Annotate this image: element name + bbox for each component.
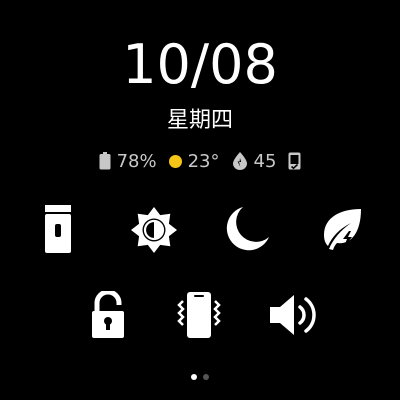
status-row: 78% 23° 45 xyxy=(0,148,400,174)
page-dot[interactable] xyxy=(191,374,197,380)
air-quality-status: 45 xyxy=(232,150,277,172)
battery-status: 78% xyxy=(99,151,157,172)
screen-lock-toggle[interactable] xyxy=(88,290,128,340)
brightness-icon xyxy=(129,205,179,255)
phone-connected-icon xyxy=(288,152,301,170)
brightness-toggle[interactable] xyxy=(128,204,180,256)
weather-status: 23° xyxy=(168,150,220,172)
vibrate-toggle[interactable] xyxy=(172,290,226,340)
lock-icon xyxy=(90,291,126,339)
sound-toggle[interactable] xyxy=(266,290,320,340)
quick-panel-screen: 10/08 星期四 78% 23° 45 xyxy=(0,0,400,400)
battery-percent: 78% xyxy=(116,150,157,172)
date-display: 10/08 xyxy=(122,33,278,96)
sound-icon xyxy=(268,293,318,337)
vibrate-icon xyxy=(174,291,224,339)
flashlight-icon xyxy=(45,205,71,253)
sun-icon xyxy=(168,154,182,168)
page-indicator xyxy=(0,374,400,380)
power-saving-leaf-icon xyxy=(319,207,363,251)
flashlight-toggle[interactable] xyxy=(38,204,78,254)
do-not-disturb-toggle[interactable] xyxy=(222,204,272,254)
power-saving-toggle[interactable] xyxy=(318,204,364,254)
air-quality-drop-icon xyxy=(232,152,248,170)
page-dot[interactable] xyxy=(203,374,209,380)
weekday-label: 星期四 xyxy=(166,108,233,133)
temperature-value: 23° xyxy=(187,150,220,172)
do-not-disturb-moon-icon xyxy=(223,205,271,253)
air-quality-value: 45 xyxy=(253,150,277,172)
phone-connection-status xyxy=(288,152,301,170)
battery-icon xyxy=(99,152,111,170)
